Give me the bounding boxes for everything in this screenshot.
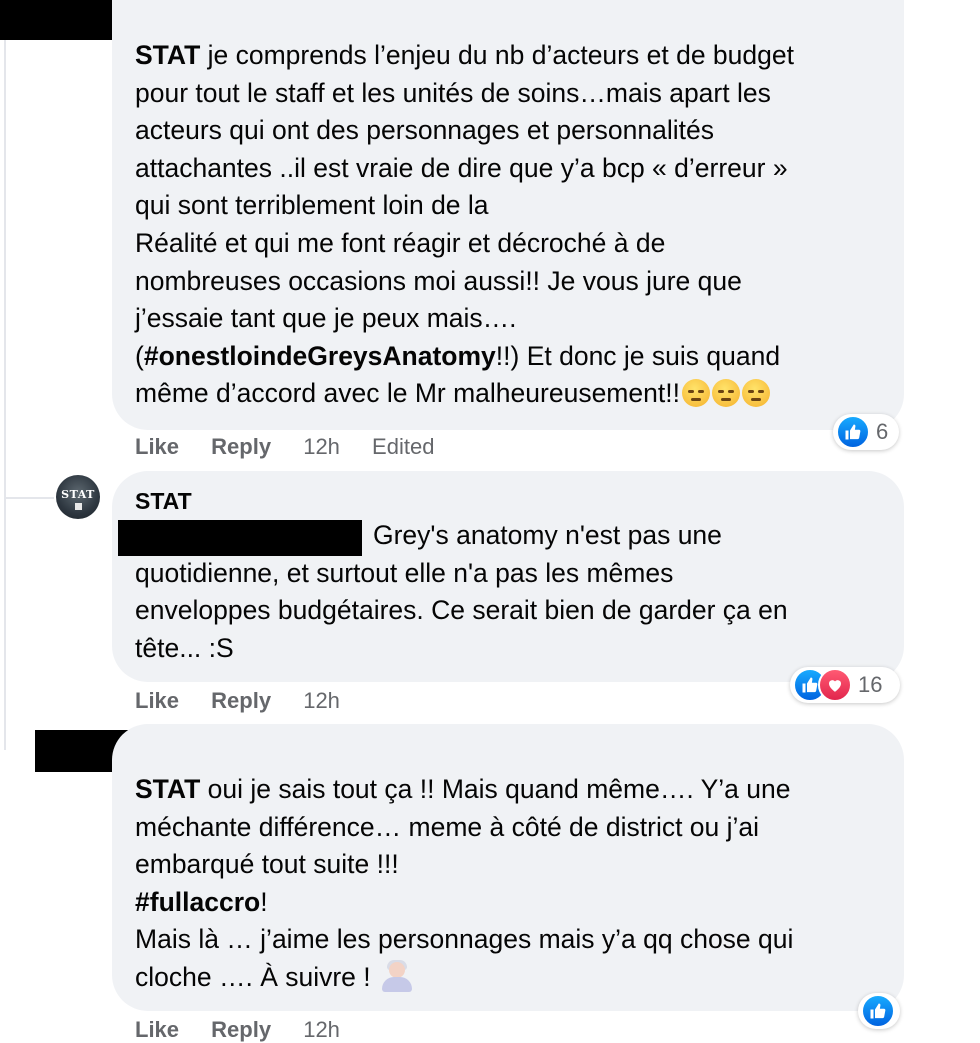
comment-text: attachantes ..il est vraie de dire que y… — [135, 152, 788, 183]
comment-text: même d’accord avec le Mr malheureusement… — [135, 378, 680, 409]
reaction-summary[interactable] — [858, 993, 900, 1029]
reply-button[interactable]: Reply — [211, 688, 271, 713]
like-button[interactable]: Like — [135, 434, 179, 459]
like-button[interactable]: Like — [135, 1017, 179, 1042]
smirking-face-emoji — [741, 379, 770, 408]
comment-text: Réalité et qui me font réagir et décroch… — [135, 227, 666, 258]
comment-line: attachantes ..il est vraie de dire que y… — [135, 150, 794, 188]
avatar[interactable]: STAT — [56, 475, 100, 519]
comment-text: méchante différence… meme à côté de dist… — [135, 811, 760, 842]
like-button[interactable]: Like — [135, 688, 179, 713]
comment-actions: Like Reply 12h Edited — [135, 434, 434, 460]
comment-text: Mais là … j’aime les personnages mais y’… — [135, 924, 794, 955]
comment-line: nombreuses occasions moi aussi!! Je vous… — [135, 263, 794, 301]
mention-link[interactable]: STAT — [135, 774, 200, 804]
comment-text: acteurs qui ont des personnages et perso… — [135, 115, 714, 146]
comment-line: même d’accord avec le Mr malheureusement… — [135, 375, 794, 413]
thread-line — [4, 0, 6, 750]
comment-text: ( — [135, 340, 144, 371]
love-reaction-icon — [818, 668, 852, 702]
comment-line: acteurs qui ont des personnages et perso… — [135, 112, 794, 150]
comment-line: cloche …. À suivre ! — [135, 959, 793, 997]
comment-line: embarqué tout suite !!! — [135, 846, 793, 884]
comment-text: enveloppes budgétaires. Ce serait bien d… — [135, 595, 788, 626]
reaction-count: 6 — [876, 419, 889, 444]
comment-actions: Like Reply 12h — [135, 1017, 340, 1043]
mention-link[interactable]: STAT — [135, 40, 200, 70]
avatar-logo-mark — [75, 503, 82, 510]
comment-text: oui je sais tout ça !! Mais quand même….… — [200, 774, 791, 804]
like-reaction-icon — [861, 994, 895, 1028]
comment-text: qui sont terriblement loin de la — [135, 190, 489, 221]
comment-body: STAT oui je sais tout ça !! Mais quand m… — [135, 771, 793, 997]
edited-label[interactable]: Edited — [372, 434, 434, 459]
timestamp[interactable]: 12h — [303, 434, 340, 459]
comment-text: Grey's anatomy n'est pas une — [373, 520, 722, 550]
comment-text: !!) Et donc je suis quand — [495, 340, 781, 371]
reply-button[interactable]: Reply — [211, 434, 271, 459]
reply-button[interactable]: Reply — [211, 1017, 271, 1042]
comment-text: pour tout le staff et les unités de soin… — [135, 77, 771, 108]
comment-text: nombreuses occasions moi aussi!! Je vous… — [135, 265, 742, 296]
comment-body: STAT je comprends l’enjeu du nb d’acteur… — [135, 37, 794, 413]
thread-connector — [4, 497, 54, 499]
reaction-count: 16 — [858, 672, 883, 697]
pensive-face-emoji — [681, 379, 710, 408]
like-reaction-icon — [836, 415, 870, 449]
timestamp[interactable]: 12h — [303, 688, 340, 713]
comment-text: j’essaie tant que je peux mais…. — [135, 303, 517, 334]
avatar-logo-text: STAT — [61, 488, 95, 501]
comment-actions: Like Reply 12h — [135, 688, 340, 714]
comment-line: Mais là … j’aime les personnages mais y’… — [135, 921, 793, 959]
hashtag-link[interactable]: #fullaccro — [135, 887, 260, 917]
comment-line: Réalité et qui me font réagir et décroch… — [135, 225, 794, 263]
comment-line: STAT oui je sais tout ça !! Mais quand m… — [135, 771, 793, 809]
comment-author[interactable]: STAT — [135, 488, 192, 515]
comment-text: je comprends l’enjeu du nb d’acteurs et … — [200, 40, 794, 70]
comment-line: STAT je comprends l’enjeu du nb d’acteur… — [135, 37, 794, 75]
person-shrugging-emoji — [382, 959, 413, 992]
unamused-face-emoji — [711, 379, 740, 408]
hashtag-link[interactable]: #onestloindeGreysAnatomy — [144, 341, 496, 371]
comment-line: enveloppes budgétaires. Ce serait bien d… — [135, 592, 788, 630]
comment-text: tête... :S — [135, 632, 234, 663]
reaction-summary[interactable]: 16 — [790, 667, 900, 703]
comment-text: ! — [260, 886, 268, 917]
reaction-summary[interactable]: 6 — [833, 414, 899, 450]
comment-text: embarqué tout suite !!! — [135, 849, 399, 880]
comment-line: tête... :S — [135, 630, 788, 668]
comment-line: Grey's anatomy n'est pas une — [135, 517, 788, 555]
timestamp[interactable]: 12h — [303, 1017, 340, 1042]
comment-line: méchante différence… meme à côté de dist… — [135, 809, 793, 847]
comment-body: Grey's anatomy n'est pas une quotidienne,… — [135, 517, 788, 667]
comment-line: pour tout le staff et les unités de soin… — [135, 75, 794, 113]
comment-text: cloche …. À suivre ! — [135, 961, 379, 992]
comment-line: #fullaccro! — [135, 884, 793, 922]
comment-line: quotidienne, et surtout elle n'a pas les… — [135, 555, 788, 593]
comment-line: qui sont terriblement loin de la — [135, 187, 794, 225]
comment-text: quotidienne, et surtout elle n'a pas les… — [135, 557, 674, 588]
comment-line: (#onestloindeGreysAnatomy!!) Et donc je … — [135, 338, 794, 376]
comment-line: j’essaie tant que je peux mais…. — [135, 300, 794, 338]
